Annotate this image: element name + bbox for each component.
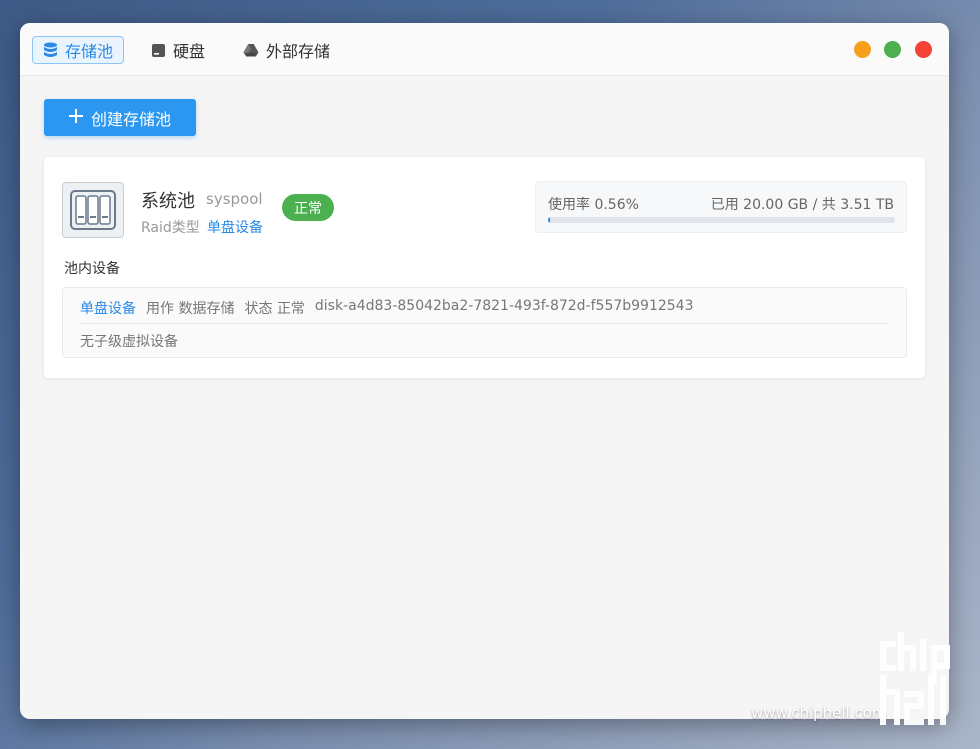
create-pool-button[interactable]: 创建存储池 bbox=[44, 99, 196, 136]
minimize-button[interactable] bbox=[854, 41, 871, 58]
device-disk-id: disk-a4d83-85042ba2-7821-493f-872d-f557b… bbox=[314, 298, 694, 314]
sub-devices-text: 无子级虚拟设备 bbox=[80, 334, 178, 350]
create-pool-label: 创建存储池 bbox=[90, 109, 171, 129]
hard-drive-icon bbox=[151, 43, 166, 58]
tab-disks[interactable]: 硬盘 bbox=[141, 36, 215, 64]
watermark-url: www.chiphell.com bbox=[751, 704, 887, 722]
device-role: 用作 数据存储 bbox=[146, 301, 235, 317]
raid-type-value[interactable]: 单盘设备 bbox=[207, 217, 263, 237]
pool-card: 系统池 syspool Raid类型 单盘设备 正常 使用率 0.56% 已用 … bbox=[44, 157, 925, 378]
device-type-link[interactable]: 单盘设备 bbox=[80, 298, 136, 318]
status-badge: 正常 bbox=[282, 194, 334, 221]
usage-panel: 使用率 0.56% 已用 20.00 GB / 共 3.51 TB bbox=[535, 181, 907, 233]
device-divider bbox=[80, 323, 889, 324]
usage-rate: 使用率 0.56% bbox=[548, 197, 639, 213]
pool-name: 系统池 bbox=[141, 191, 195, 212]
tab-label: 外部存储 bbox=[266, 42, 331, 61]
tab-label: 存储池 bbox=[65, 42, 114, 61]
plus-icon bbox=[68, 108, 83, 127]
title-bar: 存储池 硬盘 外部存储 bbox=[20, 23, 949, 76]
maximize-button[interactable] bbox=[884, 41, 901, 58]
pool-id: syspool bbox=[206, 190, 263, 208]
device-list: 单盘设备 用作 数据存储 状态 正常 disk-a4d83-85042ba2-7… bbox=[62, 287, 907, 358]
usage-progress-bar bbox=[548, 217, 895, 223]
nas-icon bbox=[62, 182, 124, 238]
tab-storage-pool[interactable]: 存储池 bbox=[32, 36, 125, 64]
tab-label: 硬盘 bbox=[173, 42, 206, 61]
cloud-drive-icon bbox=[243, 43, 259, 57]
tab-external-storage[interactable]: 外部存储 bbox=[233, 36, 340, 64]
usage-progress-fill bbox=[548, 217, 551, 223]
database-icon bbox=[43, 42, 58, 58]
device-row: 单盘设备 用作 数据存储 状态 正常 disk-a4d83-85042ba2-7… bbox=[80, 298, 694, 318]
raid-type-label: Raid类型 bbox=[141, 220, 200, 236]
usage-total: 已用 20.00 GB / 共 3.51 TB bbox=[710, 197, 894, 213]
devices-section-title: 池内设备 bbox=[64, 261, 120, 277]
close-button[interactable] bbox=[915, 41, 932, 58]
app-window: 存储池 硬盘 外部存储 创建存储池 系统池 syspool Raid类型 单盘设… bbox=[20, 23, 949, 719]
chiphell-logo bbox=[879, 631, 969, 736]
device-status: 状态 正常 bbox=[244, 301, 305, 317]
